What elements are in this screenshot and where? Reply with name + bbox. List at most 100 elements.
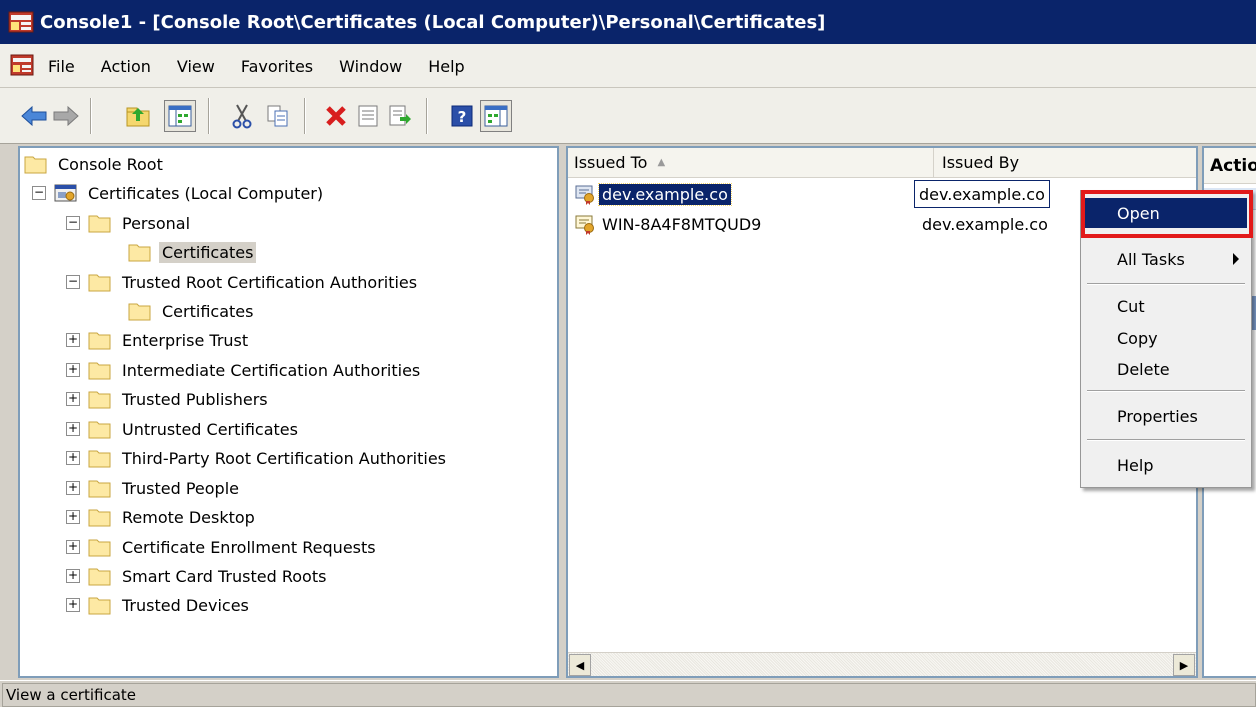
tree-node-trusted-publishers[interactable]: + Trusted Publishers: [66, 385, 271, 413]
folder-icon: [88, 509, 111, 527]
folder-icon: [88, 274, 111, 292]
expand-expander[interactable]: +: [66, 598, 80, 612]
actions-header: Actio: [1204, 148, 1256, 184]
folder-icon: [88, 450, 111, 468]
horizontal-scrollbar[interactable]: ◀ ▶: [568, 652, 1196, 676]
expand-expander[interactable]: +: [66, 451, 80, 465]
column-header-issued-by[interactable]: Issued By: [934, 148, 1196, 178]
tree-node-trusted-root-certificates[interactable]: Certificates: [128, 297, 256, 325]
expand-expander[interactable]: +: [66, 422, 80, 436]
up-folder-icon: [126, 107, 150, 127]
expand-expander[interactable]: +: [66, 363, 80, 377]
tree-label: Trusted Root Certification Authorities: [122, 272, 418, 292]
context-menu-delete[interactable]: Delete: [1085, 354, 1247, 384]
folder-icon: [88, 480, 111, 498]
properties-icon: [358, 105, 378, 127]
collapse-expander[interactable]: −: [66, 275, 80, 289]
tree-label: Trusted Publishers: [122, 389, 268, 409]
certificate-icon: [575, 185, 594, 205]
issued-by-cell: dev.example.co: [922, 214, 1048, 234]
context-menu-copy[interactable]: Copy: [1085, 323, 1247, 353]
menu-help[interactable]: Help: [415, 53, 477, 80]
tree-node-remote-desktop[interactable]: + Remote Desktop: [66, 503, 258, 531]
back-button[interactable]: [18, 100, 50, 132]
menu-window[interactable]: Window: [326, 53, 415, 80]
tree-node-intermediate-ca[interactable]: + Intermediate Certification Authorities: [66, 356, 423, 384]
menu-action[interactable]: Action: [88, 53, 164, 80]
expand-expander[interactable]: +: [66, 510, 80, 524]
copy-button[interactable]: [262, 100, 294, 132]
folder-icon: [24, 156, 47, 174]
collapse-expander[interactable]: −: [66, 216, 80, 230]
tree-label: Remote Desktop: [122, 507, 255, 527]
window-title: Console1 - [Console Root\Certificates (L…: [40, 11, 826, 33]
menu-bar: File Action View Favorites Window Help: [0, 44, 1256, 88]
show-hide-action-pane-button[interactable]: [480, 100, 512, 132]
expand-expander[interactable]: +: [66, 569, 80, 583]
menu-file[interactable]: File: [40, 53, 88, 80]
tree-node-smart-card-trusted-roots[interactable]: + Smart Card Trusted Roots: [66, 562, 329, 590]
delete-icon: [326, 106, 346, 126]
tree-node-personal[interactable]: − Personal: [66, 209, 193, 237]
column-label: Issued To: [574, 153, 648, 172]
collapse-expander[interactable]: −: [32, 186, 46, 200]
cut-icon: [232, 104, 252, 129]
highlight-box: [1081, 190, 1253, 238]
folder-icon: [88, 215, 111, 233]
tree-node-personal-certificates[interactable]: Certificates: [128, 238, 257, 266]
help-icon: ?: [451, 105, 473, 127]
copy-icon: [267, 105, 288, 127]
context-menu-help[interactable]: Help: [1085, 450, 1247, 480]
up-one-level-button[interactable]: [122, 100, 154, 132]
help-button[interactable]: ?: [446, 100, 478, 132]
title-bar[interactable]: Console1 - [Console Root\Certificates (L…: [0, 0, 1256, 44]
context-menu-properties[interactable]: Properties: [1085, 401, 1247, 431]
tree-node-console-root[interactable]: Console Root: [24, 150, 166, 178]
tree-node-enrollment-requests[interactable]: + Certificate Enrollment Requests: [66, 533, 379, 561]
system-menu-icon[interactable]: [10, 52, 34, 78]
tree-node-trusted-root[interactable]: − Trusted Root Certification Authorities: [66, 268, 420, 296]
console-tree[interactable]: Console Root − Certificates (Local Compu…: [18, 146, 559, 678]
tree-label-selected: Certificates: [159, 241, 257, 263]
tree-label: Intermediate Certification Authorities: [122, 360, 421, 380]
tree-label: Certificates: [162, 301, 254, 321]
tree-node-certificates-local-computer[interactable]: − Certificates (Local Computer): [32, 179, 326, 207]
tree-node-trusted-people[interactable]: + Trusted People: [66, 474, 242, 502]
tree-label: Certificates (Local Computer): [88, 183, 324, 203]
export-list-icon: [389, 105, 411, 126]
svg-text:?: ?: [458, 108, 467, 126]
show-hide-action-pane-icon: [484, 105, 508, 127]
show-hide-tree-icon: [168, 105, 192, 127]
column-header-issued-to[interactable]: Issued To ▲: [568, 148, 934, 178]
tree-node-untrusted-certificates[interactable]: + Untrusted Certificates: [66, 415, 301, 443]
scroll-right-button[interactable]: ▶: [1173, 654, 1195, 676]
scroll-left-button[interactable]: ◀: [569, 654, 591, 676]
delete-button[interactable]: [320, 100, 352, 132]
tree-label: Trusted Devices: [122, 595, 249, 615]
expand-expander[interactable]: +: [66, 392, 80, 406]
issued-by-cell: dev.example.co: [914, 180, 1050, 208]
tree-node-trusted-devices[interactable]: + Trusted Devices: [66, 591, 252, 619]
toolbar: ?: [0, 88, 1256, 144]
folder-icon: [88, 597, 111, 615]
menu-view[interactable]: View: [164, 53, 228, 80]
tree-label: Third-Party Root Certification Authoriti…: [122, 448, 446, 468]
forward-button[interactable]: [50, 100, 82, 132]
tree-node-enterprise-trust[interactable]: + Enterprise Trust: [66, 326, 251, 354]
context-menu-cut[interactable]: Cut: [1085, 291, 1247, 321]
menu-separator: [1087, 283, 1245, 285]
folder-icon: [88, 539, 111, 557]
menu-favorites[interactable]: Favorites: [228, 53, 326, 80]
menu-separator: [1087, 390, 1245, 392]
cut-button[interactable]: [226, 100, 258, 132]
folder-icon: [128, 244, 151, 262]
expand-expander[interactable]: +: [66, 481, 80, 495]
expand-expander[interactable]: +: [66, 333, 80, 347]
tree-node-third-party-root-ca[interactable]: + Third-Party Root Certification Authori…: [66, 444, 449, 472]
properties-button[interactable]: [352, 100, 384, 132]
expand-expander[interactable]: +: [66, 540, 80, 554]
show-hide-tree-button[interactable]: [164, 100, 196, 132]
context-menu-all-tasks[interactable]: All Tasks: [1085, 244, 1247, 274]
export-list-button[interactable]: [384, 100, 416, 132]
status-text: View a certificate: [2, 683, 1256, 707]
